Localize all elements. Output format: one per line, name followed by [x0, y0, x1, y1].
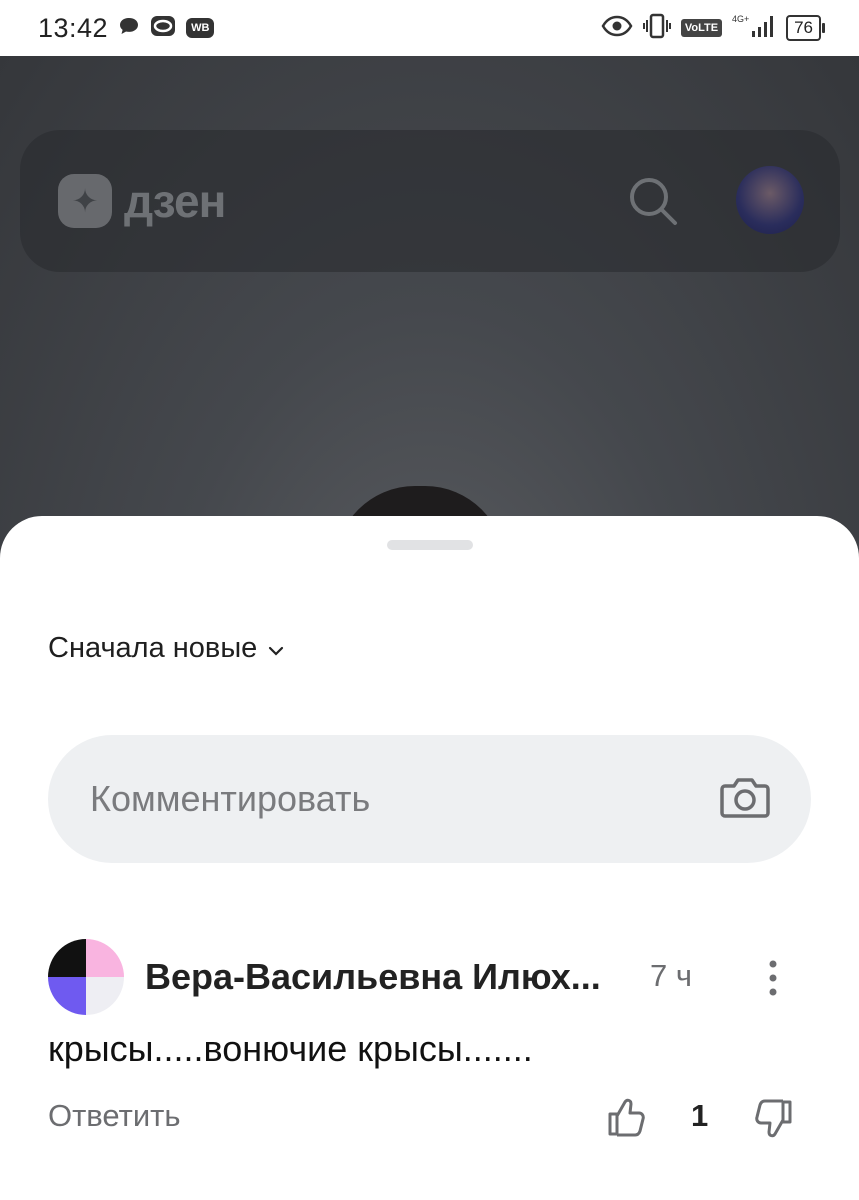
status-bar-right: VoLTE 4G+ 76	[601, 13, 825, 44]
status-bar-left: 13:42 WB	[38, 12, 215, 44]
eye-icon	[601, 15, 633, 42]
thumbs-down-icon[interactable]	[754, 1098, 794, 1145]
reply-button[interactable]: Ответить	[48, 1098, 181, 1134]
avatar-quadrant	[86, 977, 124, 1015]
avatar[interactable]	[736, 166, 804, 234]
search-icon[interactable]	[626, 174, 680, 233]
drag-handle[interactable]	[387, 540, 473, 550]
status-bar: 13:42 WB VoLTE 4G+ 76	[0, 0, 859, 56]
comment-author-avatar[interactable]	[48, 939, 124, 1015]
volte-icon: VoLTE	[680, 19, 723, 37]
avatar-quadrant	[48, 977, 86, 1015]
comment-time: 7 ч	[650, 958, 693, 993]
vibrate-icon	[642, 13, 671, 44]
wb-icon: WB	[186, 18, 215, 38]
comments-sheet: Сначала новые Вера-Васильевна Илюх... 7 …	[0, 516, 859, 1200]
camera-icon[interactable]	[719, 774, 771, 825]
dzen-logo[interactable]: ✦ дзен	[58, 174, 226, 228]
sort-label: Сначала новые	[48, 632, 258, 664]
comment-text: крысы.....вонючие крысы.......	[48, 1028, 533, 1069]
svg-text:4G+: 4G+	[732, 14, 749, 24]
sort-dropdown[interactable]: Сначала новые	[48, 632, 285, 665]
logo-text: дзен	[124, 175, 226, 227]
dzen-logo-icon: ✦	[58, 174, 112, 228]
signal-icon: 4G+	[732, 13, 776, 44]
comment-input[interactable]	[88, 777, 652, 821]
comment-field[interactable]	[48, 735, 811, 863]
thumbs-up-icon[interactable]	[606, 1096, 646, 1143]
comment-author-name[interactable]: Вера-Васильевна Илюх...	[145, 956, 620, 998]
avatar-quadrant	[48, 939, 86, 977]
top-app-bar: ✦ дзен	[20, 130, 840, 272]
chevron-down-icon	[267, 632, 285, 665]
battery-icon: 76	[786, 15, 825, 41]
status-time: 13:42	[38, 12, 109, 43]
more-options-icon[interactable]	[756, 956, 790, 1000]
like-count: 1	[691, 1098, 709, 1133]
avatar-quadrant	[86, 939, 124, 977]
message-bubble-icon	[118, 16, 140, 41]
oval-app-icon	[150, 15, 176, 42]
